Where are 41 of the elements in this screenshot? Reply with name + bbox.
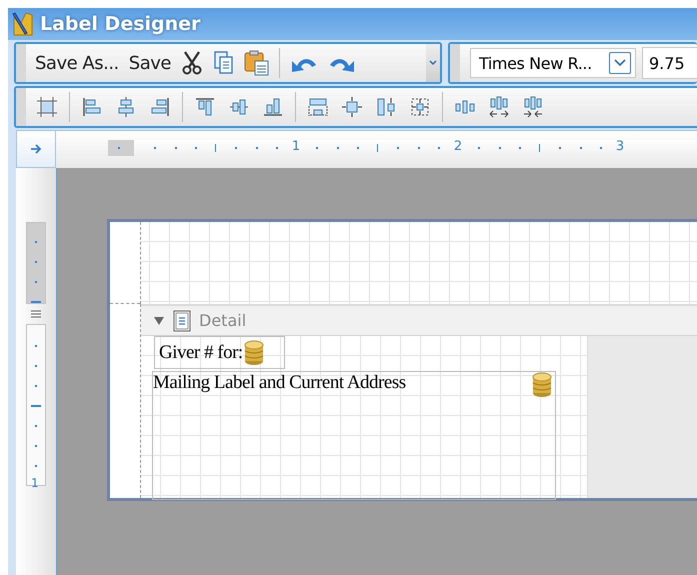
text-field[interactable]: Giver # for: <box>154 336 285 369</box>
toolbar-grip[interactable] <box>16 44 26 82</box>
ruler-number: 1 <box>292 139 300 154</box>
text-field[interactable]: Mailing Label and Current Address <box>152 371 556 500</box>
font-size-field[interactable]: 9.75 <box>642 47 697 79</box>
toolbar-grip[interactable] <box>450 44 460 82</box>
caret-icon <box>614 59 626 67</box>
pencil-ruler-icon <box>12 11 34 37</box>
arrow-button[interactable] <box>16 130 56 168</box>
same-width-icon[interactable] <box>307 96 329 118</box>
ruler-number: 1 <box>31 477 39 489</box>
arrow-icon <box>30 143 42 155</box>
caret-icon <box>429 60 437 66</box>
align-top-icon[interactable] <box>194 96 216 118</box>
band-title: Detail <box>199 311 246 330</box>
window-title: Label Designer <box>40 13 200 35</box>
ruler-number: 2 <box>454 139 462 154</box>
field-text: Mailing Label and Current Address <box>153 372 406 394</box>
toolbar-button[interactable]: Save <box>124 52 176 74</box>
document-icon <box>173 310 191 332</box>
ruler-number: 3 <box>616 139 624 154</box>
cut-icon[interactable] <box>180 50 204 76</box>
database-icon <box>242 340 265 366</box>
toolbar-grip[interactable] <box>16 88 26 126</box>
align-left-icon[interactable] <box>81 96 103 118</box>
splitter-handle[interactable] <box>31 310 41 318</box>
field-text: Giver # for: <box>159 342 243 364</box>
same-size-icon[interactable] <box>341 96 363 118</box>
database-icon <box>531 372 553 398</box>
increase-spacing-icon[interactable] <box>488 96 510 118</box>
align-right-icon[interactable] <box>149 96 171 118</box>
align-bottom-icon[interactable] <box>262 96 284 118</box>
fit-icon[interactable] <box>36 96 58 118</box>
decrease-spacing-icon[interactable] <box>522 96 544 118</box>
dropdown-button[interactable] <box>609 52 631 74</box>
size-to-grid-icon[interactable] <box>409 96 431 118</box>
toolbar-button[interactable]: Save As... <box>30 52 124 74</box>
paste-icon[interactable] <box>244 50 270 76</box>
collapse-triangle-icon[interactable] <box>153 316 165 326</box>
same-height-icon[interactable] <box>375 96 397 118</box>
font-dropdown[interactable]: Times New R... <box>470 48 636 78</box>
